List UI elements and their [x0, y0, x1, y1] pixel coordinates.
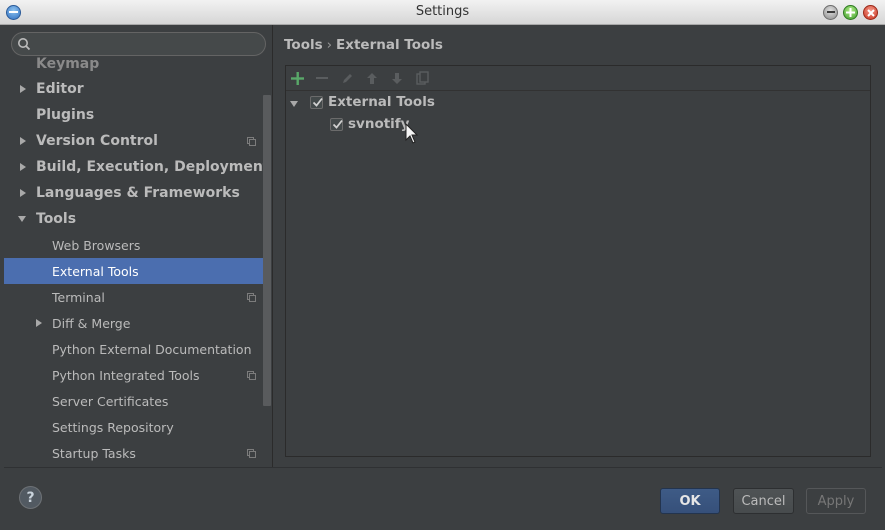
project-level-icon	[247, 293, 256, 302]
project-level-icon	[247, 137, 256, 146]
apply-button[interactable]: Apply	[806, 488, 866, 514]
collapse-arrow-icon[interactable]	[17, 214, 27, 224]
sidebar-item-terminal[interactable]: Terminal	[4, 284, 264, 310]
search-field[interactable]	[11, 32, 266, 56]
edit-tool-button[interactable]	[339, 70, 355, 86]
sidebar-item-label: Server Certificates	[52, 393, 169, 409]
tools-group-label: External Tools	[328, 94, 435, 110]
checkmark-icon	[332, 119, 343, 129]
sidebar-scrollbar[interactable]	[263, 95, 271, 406]
sidebar-item-python-integrated-tools[interactable]: Python Integrated Tools	[4, 362, 264, 388]
sidebar-item-languages[interactable]: Languages & Frameworks	[4, 180, 264, 206]
edit-icon	[342, 73, 352, 83]
sidebar-item-startup-tasks[interactable]: Startup Tasks	[4, 440, 264, 466]
sidebar-item-label: Python Integrated Tools	[52, 367, 200, 383]
minimize-icon	[826, 11, 835, 13]
sidebar-item-python-external-docs[interactable]: Python External Documentation	[4, 336, 264, 362]
add-icon	[290, 71, 304, 85]
close-icon	[866, 8, 875, 17]
help-button[interactable]: ?	[19, 486, 42, 509]
project-level-icon	[247, 449, 256, 458]
move-down-button[interactable]	[389, 70, 405, 86]
window-title: Settings	[415, 4, 470, 19]
tool-item-row[interactable]: svnotify	[286, 114, 870, 136]
tools-group-checkbox[interactable]	[310, 96, 323, 109]
move-up-button[interactable]	[364, 70, 380, 86]
sidebar-item-plugins[interactable]: Plugins	[4, 102, 264, 128]
project-level-icon	[247, 371, 256, 380]
remove-tool-button[interactable]	[314, 70, 330, 86]
sidebar-item-diff-merge[interactable]: Diff & Merge	[4, 310, 264, 336]
tool-item-label: svnotify	[348, 116, 410, 132]
sidebar-item-tools[interactable]: Tools	[4, 206, 264, 232]
cancel-button[interactable]: Cancel	[733, 488, 794, 514]
sidebar-item-label: Settings Repository	[52, 419, 174, 435]
sidebar-item-label: Terminal	[52, 289, 105, 305]
tools-group-row[interactable]: External Tools	[286, 92, 870, 114]
expand-arrow-icon[interactable]	[18, 136, 28, 146]
sidebar-item-label: Plugins	[36, 107, 95, 123]
sidebar-item-web-browsers[interactable]: Web Browsers	[4, 232, 264, 258]
checkmark-icon	[312, 97, 323, 107]
sidebar-item-label: Startup Tasks	[52, 445, 136, 461]
sidebar-item-label: Web Browsers	[52, 237, 141, 253]
mouse-cursor-icon	[405, 123, 419, 144]
help-icon: ?	[26, 489, 35, 506]
sidebar-item-build[interactable]: Build, Execution, Deployment	[4, 154, 264, 180]
sidebar-item-version-control[interactable]: Version Control	[4, 128, 264, 154]
maximize-button[interactable]	[843, 5, 858, 20]
sidebar-item-label: Editor	[36, 81, 84, 97]
sidebar-item-label: Version Control	[36, 133, 158, 149]
breadcrumb-current: External Tools	[336, 37, 443, 53]
sidebar-item-label: Tools	[36, 211, 77, 227]
search-icon	[18, 38, 31, 51]
collapse-arrow-icon[interactable]	[289, 99, 299, 109]
title-bar: Settings	[0, 0, 885, 25]
tool-item-checkbox[interactable]	[330, 118, 343, 131]
expand-arrow-icon[interactable]	[18, 84, 28, 94]
sidebar-item-label: Keymap	[36, 56, 100, 72]
expand-arrow-icon[interactable]	[18, 162, 28, 172]
sidebar-item-external-tools[interactable]: External Tools	[4, 258, 264, 284]
sidebar-item-label: External Tools	[52, 263, 139, 279]
settings-tree: Keymap Editor Plugins Version Control Bu…	[4, 56, 264, 466]
sidebar-item-server-certificates[interactable]: Server Certificates	[4, 388, 264, 414]
copy-tool-button[interactable]	[414, 70, 430, 86]
tools-toolbar	[286, 66, 870, 91]
expand-arrow-icon[interactable]	[34, 318, 44, 328]
sidebar-item-label: Python External Documentation	[52, 341, 252, 357]
sidebar-item-keymap[interactable]: Keymap	[4, 56, 264, 77]
expand-arrow-icon[interactable]	[18, 188, 28, 198]
add-tool-button[interactable]	[289, 70, 305, 86]
pane-divider[interactable]	[272, 25, 273, 467]
search-input[interactable]	[36, 36, 260, 52]
copy-icon	[415, 71, 429, 85]
minimize-button[interactable]	[823, 5, 838, 20]
ok-button[interactable]: OK	[660, 488, 720, 514]
sidebar-item-label: Diff & Merge	[52, 315, 131, 331]
breadcrumb-parent: Tools	[284, 37, 323, 53]
remove-icon	[316, 76, 328, 79]
sidebar-item-settings-repository[interactable]: Settings Repository	[4, 414, 264, 440]
external-tools-panel: External Tools svnotify	[285, 65, 871, 457]
close-button[interactable]	[863, 5, 878, 20]
sidebar-item-label: Build, Execution, Deployment	[36, 159, 264, 175]
sidebar-item-label: Languages & Frameworks	[36, 185, 240, 201]
breadcrumb: Tools › External Tools	[284, 37, 443, 53]
breadcrumb-separator: ›	[326, 37, 333, 53]
move-down-icon	[392, 72, 402, 84]
maximize-icon	[846, 8, 855, 17]
move-up-icon	[367, 72, 377, 84]
sidebar-item-editor[interactable]: Editor	[4, 76, 264, 102]
